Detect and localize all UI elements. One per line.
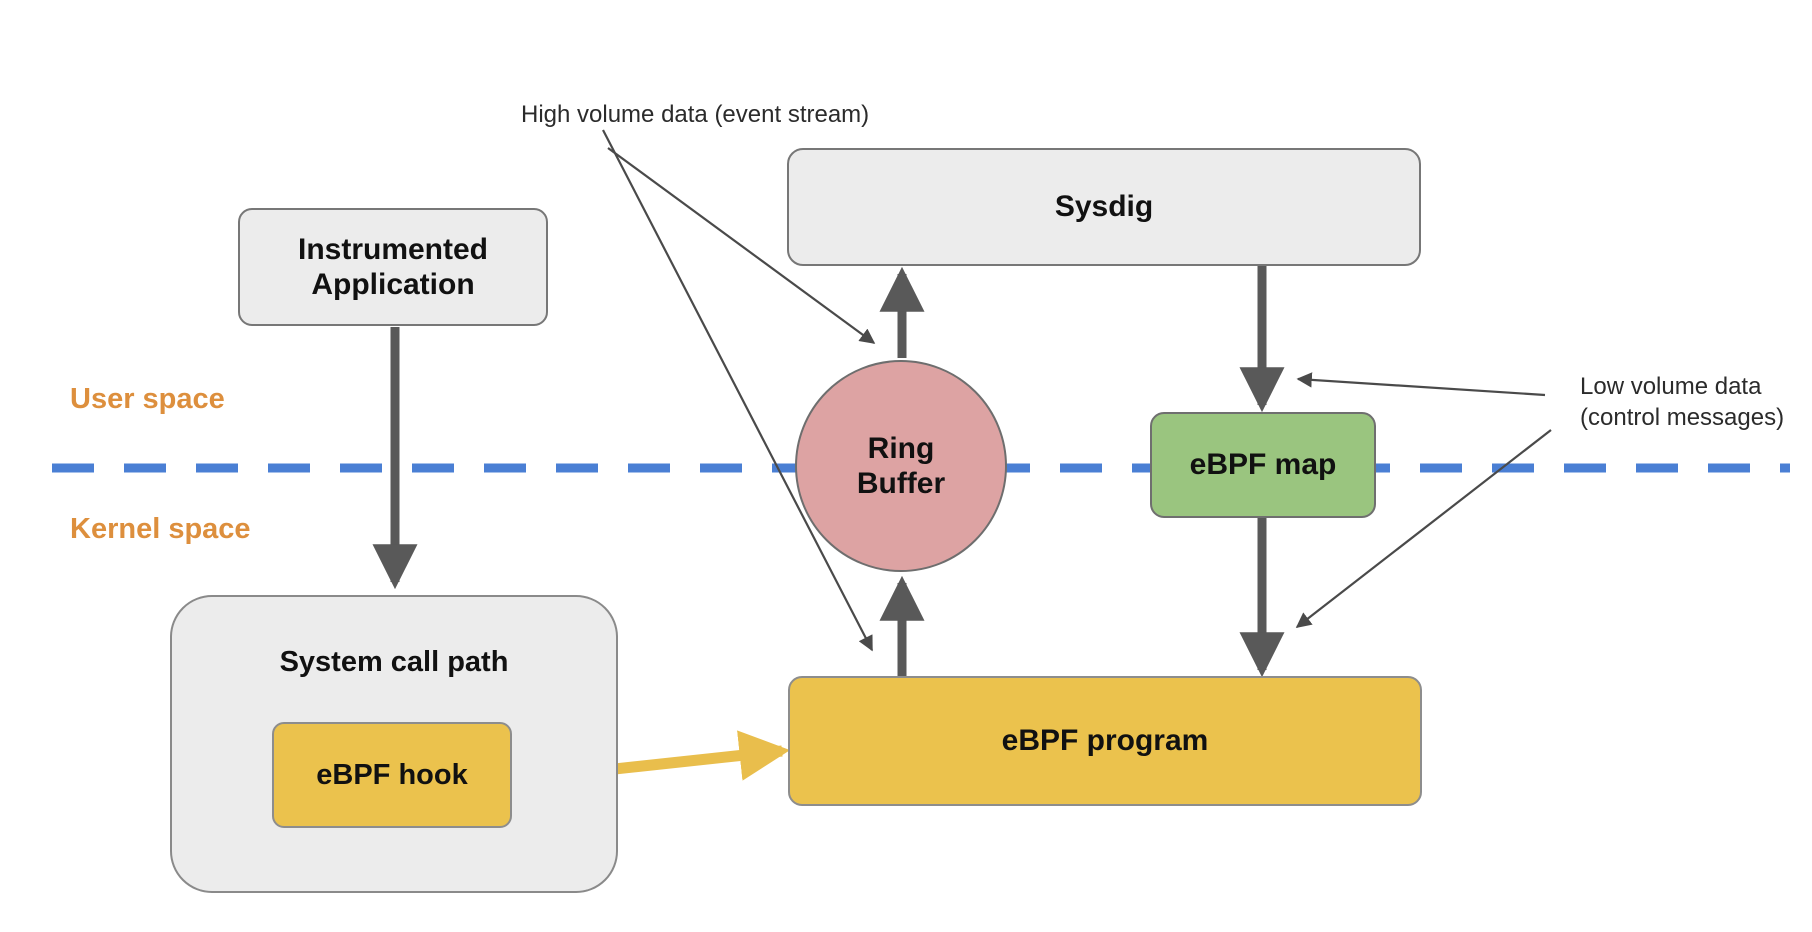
leader-low-volume-to-map-program-edge (1295, 429, 1552, 628)
leader-high-volume-to-ebpf-program-edge (602, 129, 873, 652)
leader-low-volume-to-sysdig-map-edge (1296, 372, 1546, 397)
leader-high-volume-to-ring-buffer (607, 147, 876, 344)
diagram-canvas: Instrumented Application Sysdig Ring Buf… (0, 0, 1812, 932)
annotation-leader-layer (602, 129, 1552, 652)
